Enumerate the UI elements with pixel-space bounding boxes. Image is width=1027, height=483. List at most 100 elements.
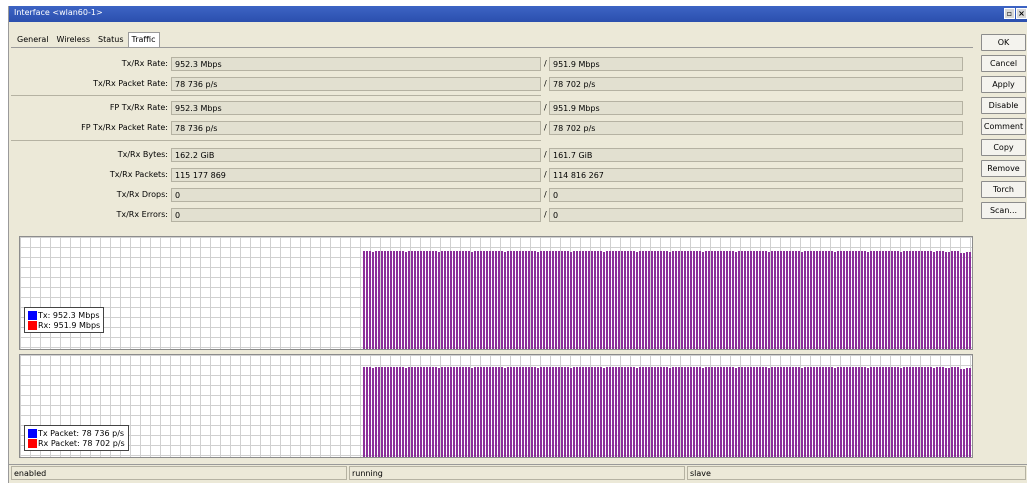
traffic-bar [948,368,950,457]
traffic-bar [720,367,722,457]
traffic-bar [855,251,857,349]
traffic-bar [510,367,512,457]
traffic-bar [552,251,554,349]
traffic-bar [681,367,683,457]
rate-graph-bars [363,251,971,349]
traffic-bar [723,251,725,349]
traffic-bar [423,367,425,457]
traffic-bar [621,251,623,349]
traffic-bar [603,368,605,457]
field-label: FP Tx/Rx Packet Rate: [81,123,168,132]
traffic-panel: Tx/Rx Rate: 952.3 Mbps / 951.9 Mbps Tx/R… [11,47,973,464]
traffic-bar [741,367,743,457]
traffic-bar [456,251,458,349]
restore-icon[interactable]: ▫ [1004,8,1015,19]
traffic-bar [534,367,536,457]
field-label: Tx/Rx Packet Rate: [93,79,168,88]
traffic-bar [585,251,587,349]
traffic-bar [849,367,851,457]
traffic-bar [924,367,926,457]
traffic-bar [432,367,434,457]
close-icon[interactable]: × [1016,8,1027,19]
traffic-bar [450,251,452,349]
traffic-bar [930,251,932,349]
traffic-bar [864,367,866,457]
traffic-bar [729,251,731,349]
traffic-bar [726,367,728,457]
traffic-bar [570,368,572,457]
traffic-bar [660,367,662,457]
traffic-bar [435,251,437,349]
traffic-bar [942,367,944,457]
traffic-bar [915,367,917,457]
traffic-bar [384,367,386,457]
traffic-bar [498,367,500,457]
traffic-bar [840,367,842,457]
traffic-bar [495,251,497,349]
traffic-bar [405,252,407,349]
traffic-bar [756,367,758,457]
traffic-bar [753,367,755,457]
traffic-bar [708,251,710,349]
traffic-bar [717,251,719,349]
traffic-bar [939,367,941,457]
traffic-bar [930,367,932,457]
comment-button[interactable]: Comment [981,118,1026,135]
traffic-bar [714,367,716,457]
traffic-bar [807,251,809,349]
traffic-bar [663,251,665,349]
disable-button[interactable]: Disable [981,97,1026,114]
traffic-bar [780,251,782,349]
traffic-bar [438,368,440,457]
traffic-bar [627,367,629,457]
torch-button[interactable]: Torch [981,181,1026,198]
traffic-bar [735,368,737,457]
tab-general[interactable]: General [13,32,53,47]
traffic-bar [678,251,680,349]
traffic-bar [585,367,587,457]
traffic-bar [555,367,557,457]
traffic-bar [633,367,635,457]
traffic-bar [951,251,953,349]
traffic-bar [579,251,581,349]
traffic-bar [423,251,425,349]
traffic-bar [378,251,380,349]
field-row-txrx-packets: Tx/Rx Packets: 115 177 869 / 114 816 267 [11,168,973,182]
traffic-bar [648,367,650,457]
traffic-bar [801,368,803,457]
traffic-bar [552,367,554,457]
traffic-bar [702,252,704,349]
traffic-bar [813,251,815,349]
tab-traffic[interactable]: Traffic [127,32,160,47]
traffic-bar [831,367,833,457]
traffic-bar [750,251,752,349]
traffic-bar [615,367,617,457]
copy-button[interactable]: Copy [981,139,1026,156]
traffic-bar [918,251,920,349]
remove-button[interactable]: Remove [981,160,1026,177]
traffic-bar [471,368,473,457]
traffic-bar [624,251,626,349]
traffic-bar [573,367,575,457]
traffic-bar [420,367,422,457]
traffic-bar [429,251,431,349]
tab-wireless[interactable]: Wireless [53,32,94,47]
traffic-bar [810,251,812,349]
traffic-bar [729,367,731,457]
traffic-bar [951,367,953,457]
traffic-bar [630,367,632,457]
ok-button[interactable]: OK [981,34,1026,51]
traffic-bar [798,251,800,349]
apply-button[interactable]: Apply [981,76,1026,93]
traffic-bar [903,367,905,457]
traffic-bar [879,251,881,349]
scan-button[interactable]: Scan... [981,202,1026,219]
traffic-bar [792,367,794,457]
traffic-bar [603,252,605,349]
tab-status[interactable]: Status [94,32,128,47]
title-bar[interactable]: Interface <wlan60-1> ▫ × [9,6,1027,22]
cancel-button[interactable]: Cancel [981,55,1026,72]
traffic-bar [684,251,686,349]
traffic-bar [591,367,593,457]
field-row-fp-txrx-rate: FP Tx/Rx Rate: 952.3 Mbps / 951.9 Mbps [11,101,973,115]
